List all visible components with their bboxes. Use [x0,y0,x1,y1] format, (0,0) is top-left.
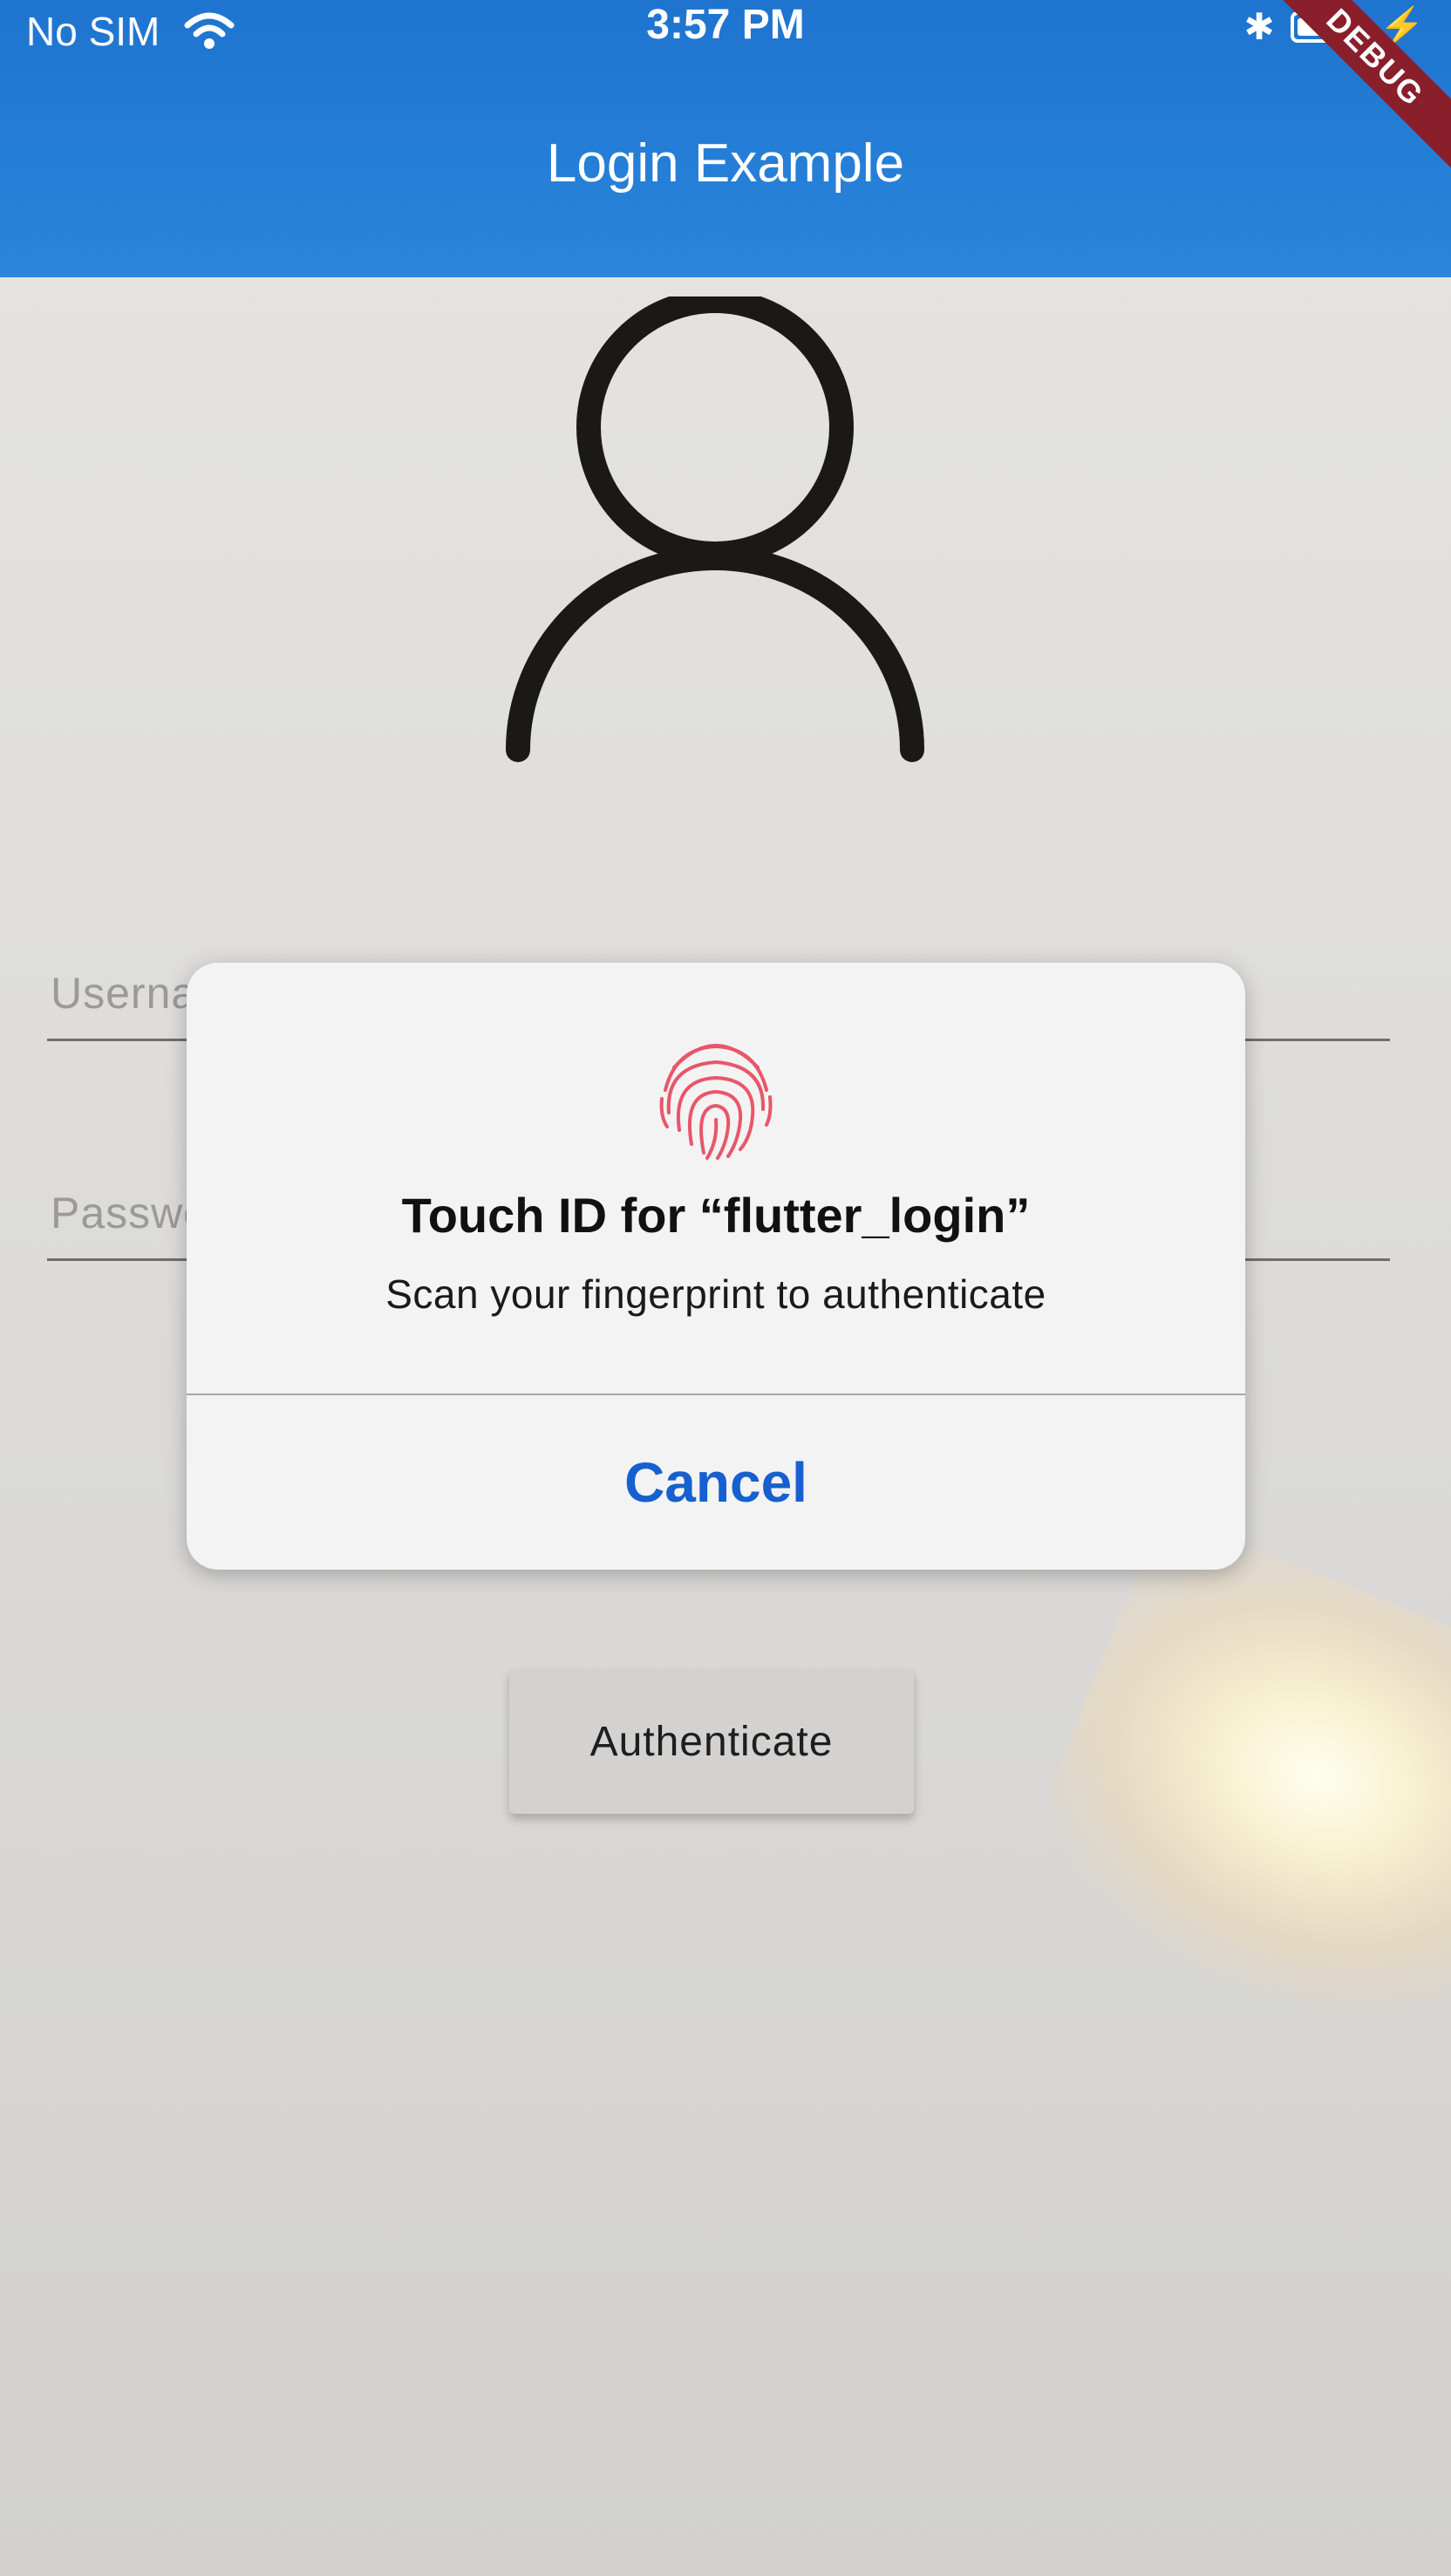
authenticate-button[interactable]: Authenticate [509,1669,914,1814]
alert-title: Touch ID for “flutter_login” [401,1188,1031,1243]
status-time: 3:57 PM [646,2,805,48]
alert-message: Scan your fingerprint to authenticate [385,1271,1046,1317]
app-bar: No SIM 3:57 PM ✱ ⚡ Login Example DEBUG [0,0,1451,277]
touch-id-alert: Touch ID for “flutter_login” Scan your f… [187,963,1245,1570]
person-icon [506,296,924,762]
page-title: Login Example [546,133,905,194]
fingerprint-icon [659,1044,773,1160]
bluetooth-icon: ✱ [1243,6,1275,47]
cancel-button[interactable]: Cancel [187,1395,1245,1570]
screen-glare [1005,1509,1451,2101]
screen: No SIM 3:57 PM ✱ ⚡ Login Example DEBUG U… [0,0,1451,2576]
